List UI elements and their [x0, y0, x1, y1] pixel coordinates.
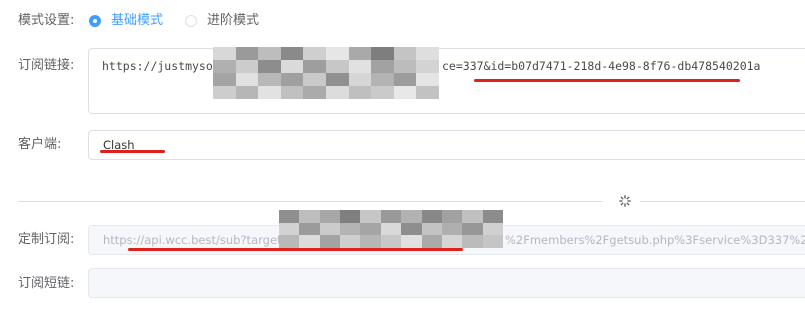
section-divider-left — [18, 201, 603, 202]
subscription-link-value-suffix: ce=337&id=b07d7471-218d-4e98-8f76-db4785… — [442, 59, 761, 73]
radio-basic-mode[interactable]: 基础模式 — [89, 12, 163, 30]
short-link-label: 订阅短链: — [18, 276, 75, 291]
client-input[interactable]: Clash — [88, 130, 805, 160]
radio-unchecked-icon — [185, 15, 197, 27]
mode-label: 模式设置: — [18, 13, 75, 28]
redaction-mosaic-custom — [279, 210, 503, 248]
redaction-mosaic-link — [213, 47, 439, 99]
annotation-underline-custom — [128, 248, 463, 251]
radio-advanced-mode[interactable]: 进阶模式 — [185, 12, 259, 30]
annotation-underline-link — [474, 79, 740, 82]
subscription-link-value-prefix: https://justmyso — [102, 59, 213, 73]
subscription-link-label: 订阅链接: — [18, 58, 75, 73]
custom-subscription-label: 定制订阅: — [18, 232, 75, 247]
radio-advanced-mode-label: 进阶模式 — [207, 13, 260, 28]
loading-spinner-icon — [619, 195, 631, 207]
short-link-input[interactable] — [88, 268, 805, 298]
annotation-underline-client — [100, 150, 165, 153]
radio-basic-mode-label: 基础模式 — [111, 13, 164, 28]
radio-checked-icon — [89, 15, 101, 27]
client-label: 客户端: — [18, 137, 62, 152]
section-divider-right — [640, 201, 805, 202]
custom-subscription-value-prefix: https://api.wcc.best/sub?target=cla — [103, 233, 308, 247]
custom-subscription-value-suffix: %2Fmembers%2Fgetsub.php%3Fservice%3D337%… — [505, 233, 805, 247]
